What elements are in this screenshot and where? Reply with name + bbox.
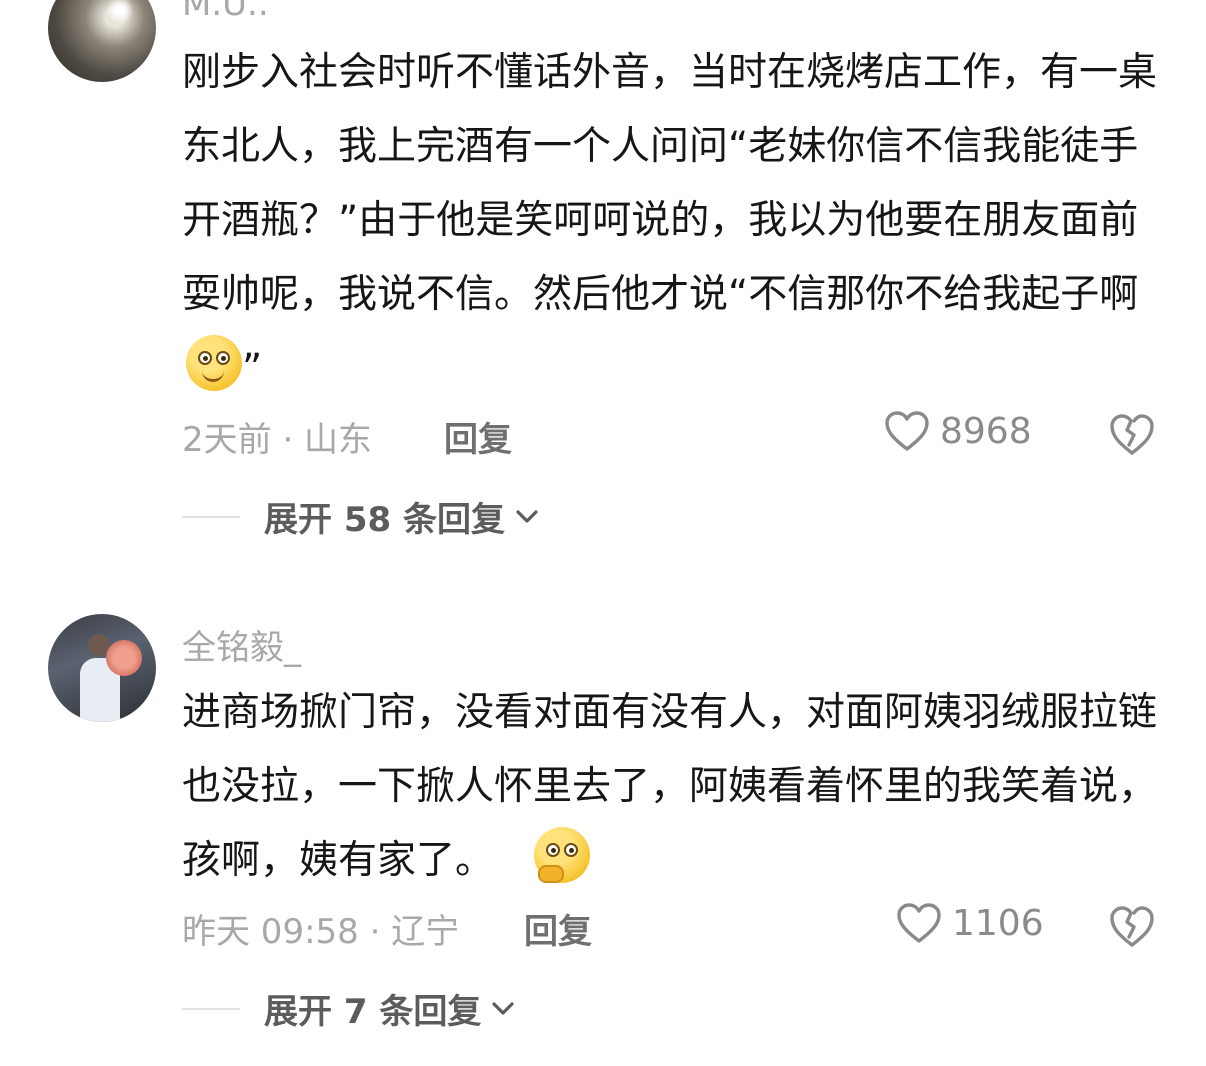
like-button[interactable]: 1106 bbox=[896, 902, 1044, 944]
comment-text-tail: ” bbox=[242, 346, 263, 391]
reply-button[interactable]: 回复 bbox=[444, 412, 512, 461]
username[interactable]: 全铭毅_ bbox=[182, 620, 301, 669]
expand-replies[interactable]: 展开 58 条回复 bbox=[182, 492, 541, 541]
divider-line bbox=[182, 1007, 240, 1010]
comment-text: 进商场掀门帘，没看对面有没有人，对面阿姨羽绒服拉链也没拉，一下掀人怀里去了，阿姨… bbox=[182, 676, 1162, 898]
chevron-down-icon bbox=[492, 1001, 514, 1015]
like-count: 1106 bbox=[952, 902, 1044, 944]
expand-replies-label: 展开 58 条回复 bbox=[264, 500, 505, 540]
comment-text-main: 进商场掀门帘，没看对面有没有人，对面阿姨羽绒服拉链也没拉，一下掀人怀里去了，阿姨… bbox=[182, 690, 1158, 883]
comment-text-main: 刚步入社会时听不懂话外音，当时在烧烤店工作，有一桌东北人，我上完酒有一个人问问“… bbox=[182, 50, 1158, 317]
chevron-down-icon bbox=[516, 509, 538, 523]
reply-button[interactable]: 回复 bbox=[524, 904, 592, 953]
like-button[interactable]: 8968 bbox=[884, 410, 1032, 452]
heart-icon bbox=[897, 903, 941, 943]
expand-replies[interactable]: 展开 7 条回复 bbox=[182, 984, 517, 1033]
comment-meta: 2天前 · 山东 bbox=[182, 420, 373, 460]
dislike-icon[interactable] bbox=[1108, 412, 1156, 456]
expand-replies-label: 展开 7 条回复 bbox=[264, 992, 482, 1032]
comment-meta: 昨天 09:58 · 辽宁 bbox=[182, 912, 460, 952]
username[interactable]: M.U.. bbox=[182, 0, 269, 24]
like-count: 8968 bbox=[940, 410, 1032, 452]
dislike-icon[interactable] bbox=[1108, 904, 1156, 948]
thinking-face-emoji bbox=[534, 827, 591, 883]
divider-line bbox=[182, 515, 240, 518]
avatar[interactable] bbox=[48, 614, 156, 722]
avatar[interactable] bbox=[48, 0, 156, 82]
comment-text: 刚步入社会时听不懂话外音，当时在烧烤店工作，有一桌东北人，我上完酒有一个人问问“… bbox=[182, 36, 1162, 406]
dizzy-face-emoji bbox=[186, 335, 242, 391]
heart-icon bbox=[885, 411, 929, 451]
